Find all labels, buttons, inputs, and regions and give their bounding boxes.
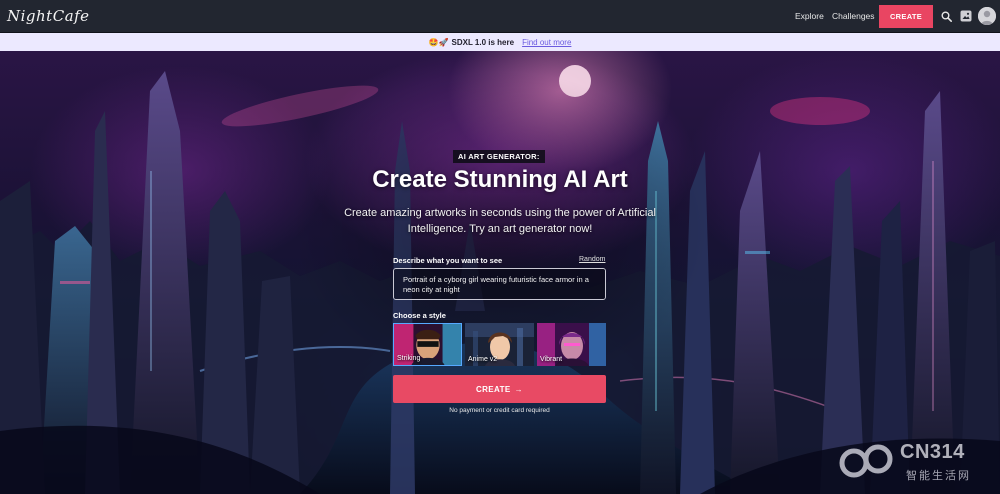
watermark-subtext: 智能生活网	[906, 470, 971, 482]
watermark-text: CN314	[900, 441, 965, 463]
search-icon[interactable]	[939, 9, 953, 23]
create-button-nav[interactable]: CREATE	[879, 5, 933, 28]
arrow-right-icon: →	[514, 384, 524, 394]
nav-explore[interactable]: Explore	[795, 11, 824, 21]
nav-challenges[interactable]: Challenges	[832, 11, 875, 21]
page-title: Create Stunning AI Art	[372, 166, 628, 193]
choose-style-label: Choose a style	[393, 311, 446, 320]
top-nav: NightCafe Explore Challenges CREATE	[0, 0, 1000, 33]
style-name-striking: Striking	[397, 355, 421, 362]
style-name-anime-v2: Anime v2	[468, 356, 498, 363]
create-button-label: CREATE	[475, 384, 511, 394]
find-out-more-link[interactable]: Find out more	[522, 38, 571, 47]
nightcafe-logo[interactable]: NightCafe	[7, 7, 90, 25]
style-option-anime-v2[interactable]: Anime v2	[465, 323, 534, 366]
avatar[interactable]	[978, 7, 996, 25]
hero-subtitle: Create amazing artworks in seconds using…	[344, 207, 656, 235]
create-button[interactable]: CREATE →	[393, 375, 606, 403]
random-prompt-link[interactable]: Random	[579, 256, 605, 263]
style-option-striking[interactable]: Striking	[393, 323, 462, 366]
announcement-text: SDXL 1.0 is here	[451, 37, 515, 47]
cn314-watermark: CN314 智能生活网	[838, 441, 998, 487]
no-payment-note: No payment or credit card required	[449, 407, 550, 414]
style-name-vibrant: Vibrant	[540, 356, 563, 363]
prompt-input[interactable]: Portrait of a cyborg girl wearing futuri…	[393, 268, 606, 300]
describe-label: Describe what you want to see	[393, 256, 503, 265]
gallery-icon[interactable]	[959, 9, 973, 23]
announcement-emoji: 🤩🚀	[428, 37, 449, 47]
style-option-vibrant[interactable]: Vibrant	[537, 323, 606, 366]
watermark-logo-icon	[839, 444, 893, 478]
announcement-bar: 🤩🚀 SDXL 1.0 is here Find out more	[0, 33, 1000, 51]
ai-art-generator-badge: AI ART GENERATOR:	[453, 150, 545, 163]
